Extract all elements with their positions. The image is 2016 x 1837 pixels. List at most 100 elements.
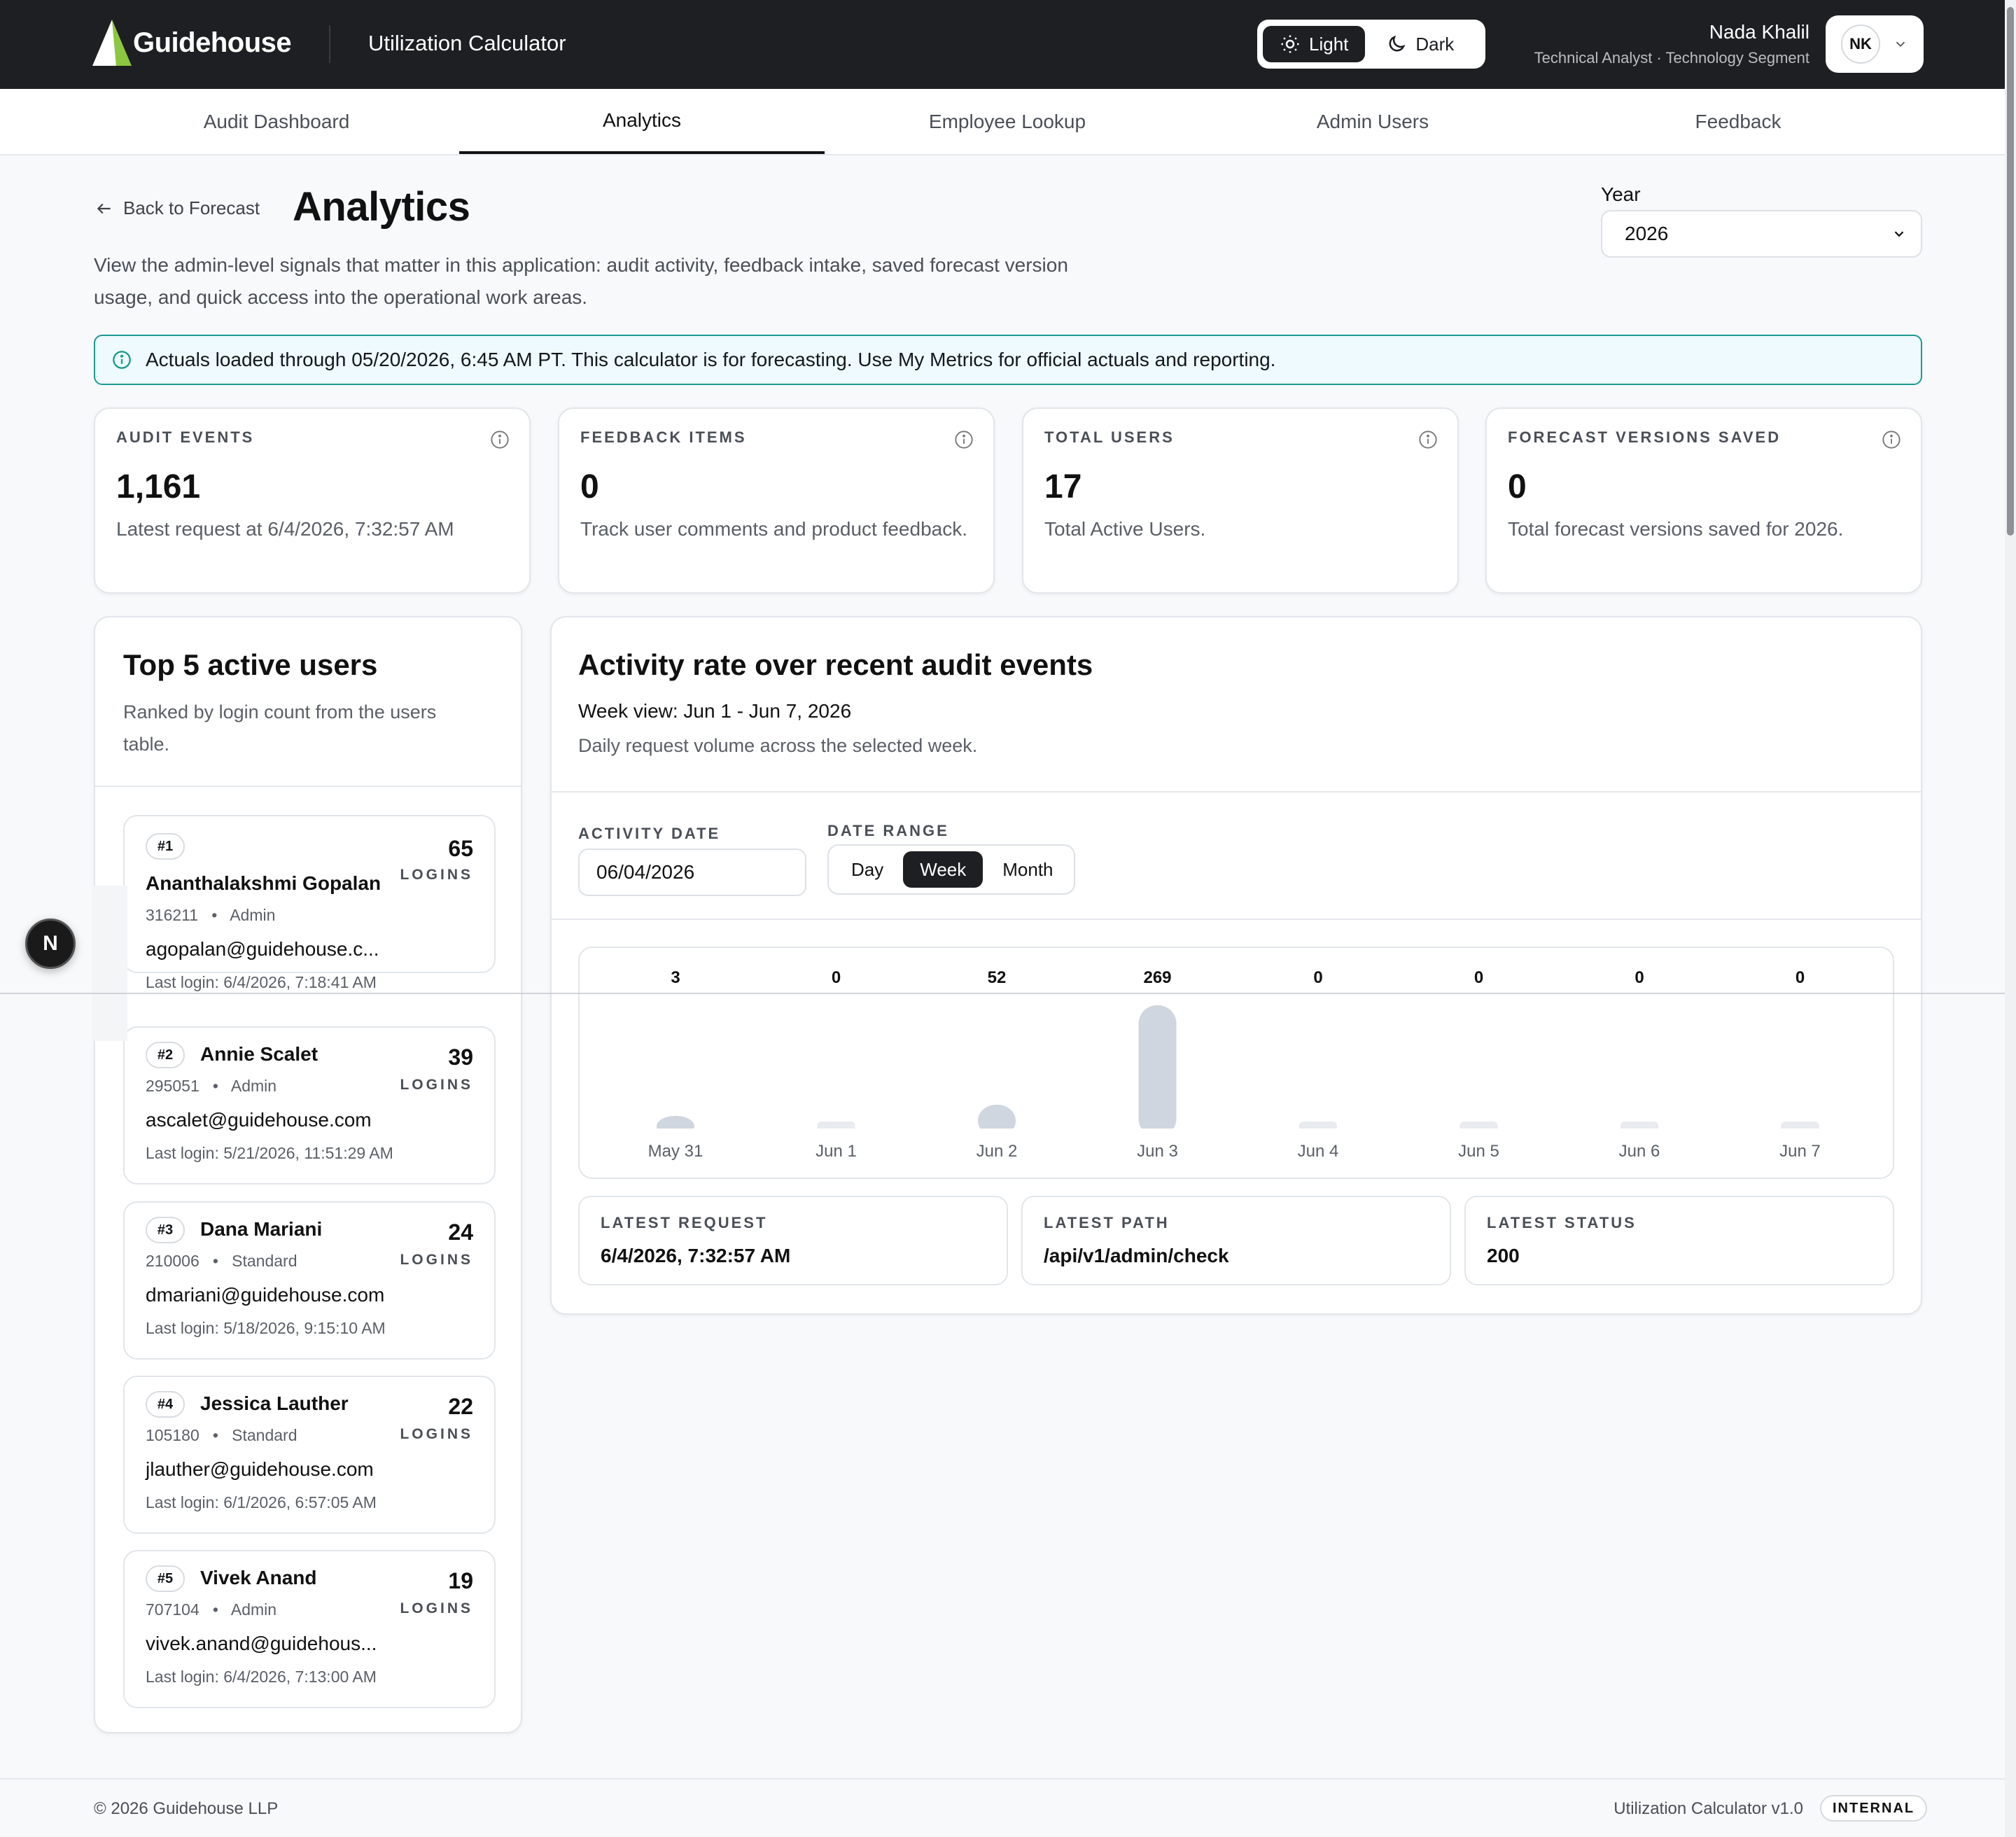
info-icon[interactable]: [490, 430, 510, 449]
login-count: 22: [448, 1394, 473, 1419]
user-card-last-login: Last login: 5/18/2026, 9:15:10 AM: [146, 1319, 386, 1337]
banner-text: Actuals loaded through 05/20/2026, 6:45 …: [146, 349, 1276, 370]
theme-toggle: Light Dark: [1257, 20, 1485, 69]
user-role: Admin: [230, 1600, 277, 1619]
light-theme-button[interactable]: Light: [1263, 26, 1366, 62]
user-card-name: Ananthalakshmi Gopalan: [146, 872, 382, 894]
login-count: 65: [448, 836, 473, 861]
overlay-guide-line: [0, 993, 2016, 994]
year-label: Year: [1601, 183, 1641, 205]
rank-badge: #3: [146, 1217, 185, 1243]
back-label: Back to Forecast: [123, 197, 260, 218]
tab-admin-users[interactable]: Admin Users: [1190, 89, 1555, 154]
user-card-meta: 295051 • Admin: [146, 1077, 276, 1096]
divider: [552, 791, 1921, 792]
tab-feedback[interactable]: Feedback: [1555, 89, 1921, 154]
login-count: 24: [448, 1220, 473, 1245]
tab-audit-dashboard[interactable]: Audit Dashboard: [94, 89, 459, 154]
guidehouse-logo[interactable]: Guidehouse: [92, 20, 292, 66]
footer-copyright: © 2026 Guidehouse LLP: [94, 1799, 279, 1818]
user-card-meta: 707104 • Admin: [146, 1600, 276, 1619]
metric-subtext: Total Active Users.: [1044, 518, 1206, 540]
user-card[interactable]: #4 Jessica Lauther 105180 • Standard jla…: [123, 1376, 496, 1534]
metric-value: 1,161: [116, 468, 201, 505]
scrollbar-thumb[interactable]: [2007, 7, 2014, 536]
tab-employee-lookup[interactable]: Employee Lookup: [825, 89, 1190, 154]
user-id: 707104: [146, 1600, 200, 1619]
user-card-last-login: Last login: 6/1/2026, 6:57:05 AM: [146, 1493, 377, 1511]
date-range-month-button[interactable]: Month: [986, 851, 1070, 888]
overlay-strip: [94, 886, 127, 1041]
chevron-down-icon: [1896, 41, 1905, 48]
metric-subtext: Total forecast versions saved for 2026.: [1508, 518, 1844, 540]
user-role: Standard: [232, 1426, 298, 1444]
floating-dev-badge[interactable]: N: [25, 918, 76, 969]
chart-value-label: 0: [1634, 968, 1644, 987]
main-nav-tabs: Audit Dashboard Analytics Employee Looku…: [0, 89, 2016, 155]
chart-category-label: Jun 3: [1137, 1142, 1178, 1161]
activity-description: Daily request volume across the selected…: [578, 735, 978, 756]
user-role: Admin: [230, 906, 276, 924]
activity-date-input[interactable]: 06/04/2026: [578, 848, 806, 896]
latest-status-value: 200: [1487, 1245, 1520, 1266]
user-card[interactable]: #2 Annie Scalet 295051 • Admin ascalet@g…: [123, 1026, 496, 1185]
metric-label: FEEDBACK ITEMS: [580, 428, 747, 446]
activity-title: Activity rate over recent audit events: [578, 648, 1093, 681]
chart-category-label: Jun 6: [1619, 1142, 1660, 1161]
date-range-day-button[interactable]: Day: [834, 851, 900, 888]
logins-label: LOGINS: [400, 867, 473, 883]
info-icon[interactable]: [954, 430, 974, 449]
dark-theme-button[interactable]: Dark: [1369, 26, 1471, 62]
latest-status-card: LATEST STATUS 200: [1464, 1196, 1894, 1285]
metric-value: 17: [1044, 468, 1082, 505]
moon-icon: [1390, 35, 1406, 52]
activity-bar-chart: 3 May 31 0 Jun 1 52 Jun 2 269 Jun 3 0 Jun 4 0 Jun 5…: [580, 968, 1893, 1161]
metric-card-forecast-versions: FORECAST VERSIONS SAVED 0 Total forecast…: [1485, 407, 1922, 594]
chart-value-label: 0: [1474, 968, 1483, 987]
user-role: Standard: [232, 1252, 298, 1270]
user-card-last-login: Last login: 5/21/2026, 11:51:29 AM: [146, 1144, 393, 1162]
top-users-panel: Top 5 active users Ranked by login count…: [94, 616, 522, 1733]
back-to-forecast-link[interactable]: Back to Forecast: [95, 197, 260, 219]
user-card-name: Jessica Lauther: [200, 1392, 349, 1414]
user-card[interactable]: #5 Vivek Anand 707104 • Admin vivek.anan…: [123, 1550, 496, 1708]
info-icon[interactable]: [1418, 430, 1438, 449]
date-range-week-button[interactable]: Week: [903, 851, 983, 888]
user-card[interactable]: #3 Dana Mariani 210006 • Standard dmaria…: [123, 1201, 496, 1360]
metric-value: 0: [580, 468, 599, 505]
activity-chart: 3 May 31 0 Jun 1 52 Jun 2 269 Jun 3 0 Jun 4 0 Jun 5…: [578, 947, 1894, 1179]
top-bar: Guidehouse Utilization Calculator Light …: [0, 0, 2016, 89]
user-card[interactable]: #1 Ananthalakshmi Gopalan 316211 • Admin…: [123, 815, 496, 991]
separator-dot: •: [202, 906, 227, 924]
metric-label: TOTAL USERS: [1044, 428, 1175, 446]
latest-request-label: LATEST REQUEST: [601, 1214, 768, 1231]
year-select[interactable]: 2026: [1601, 210, 1922, 258]
chart-category-label: Jun 7: [1779, 1142, 1821, 1161]
chart-value-label: 269: [1143, 968, 1171, 987]
chart-bar: [1138, 1005, 1177, 1137]
user-role: Technical Analyst · Technology Segment: [1534, 49, 1809, 67]
user-card-name: Annie Scalet: [200, 1043, 318, 1065]
guidehouse-logo-icon: [92, 20, 132, 66]
user-name: Nada Khalil: [1709, 21, 1809, 43]
rank-badge: #5: [146, 1565, 185, 1592]
metric-card-total-users: TOTAL USERS 17 Total Active Users.: [1022, 407, 1459, 594]
tab-analytics[interactable]: Analytics: [459, 89, 825, 154]
info-icon[interactable]: [1882, 430, 1901, 449]
user-id: 210006: [146, 1252, 200, 1270]
chart-value-label: 0: [832, 968, 841, 987]
page-scrollbar[interactable]: [2005, 0, 2016, 1837]
chart-category-label: Jun 5: [1458, 1142, 1499, 1161]
user-id: 295051: [146, 1077, 200, 1095]
logins-label: LOGINS: [400, 1252, 473, 1268]
latest-path-card: LATEST PATH /api/v1/admin/check: [1021, 1196, 1451, 1285]
user-menu-button[interactable]: NK: [1826, 15, 1924, 73]
chart-value-label: 3: [671, 968, 680, 987]
metric-value: 0: [1508, 468, 1527, 505]
metric-card-feedback-items: FEEDBACK ITEMS 0 Track user comments and…: [558, 407, 995, 594]
year-value: 2026: [1625, 223, 1669, 244]
light-label: Light: [1309, 33, 1349, 55]
metric-subtext: Latest request at 6/4/2026, 7:32:57 AM: [116, 518, 454, 540]
chart-category-label: Jun 1: [816, 1142, 857, 1161]
user-card-last-login: Last login: 6/4/2026, 7:13:00 AM: [146, 1668, 377, 1686]
